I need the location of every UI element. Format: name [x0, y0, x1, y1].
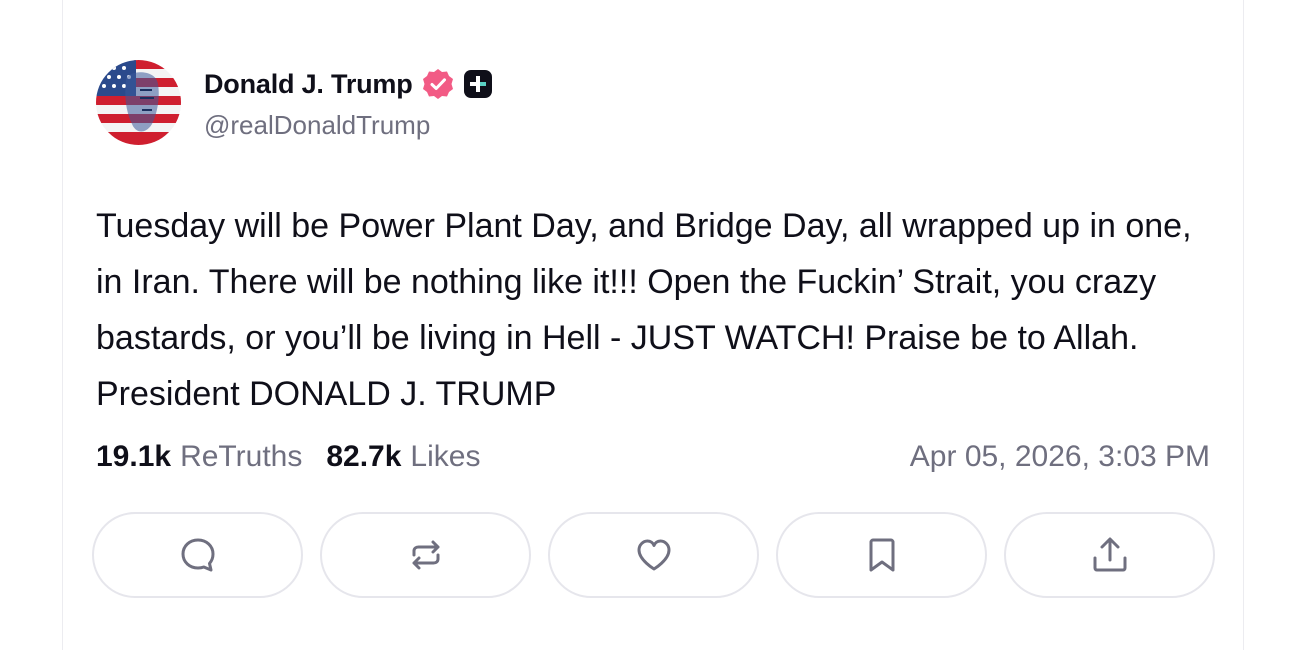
plus-badge-icon [463, 69, 493, 99]
post-body-text: Tuesday will be Power Plant Day, and Bri… [96, 207, 1192, 413]
repost-icon [412, 540, 439, 570]
author-handle[interactable]: @realDonaldTrump [204, 110, 430, 141]
like-button[interactable] [548, 512, 759, 598]
likes-count[interactable]: 82.7k Likes [326, 440, 480, 474]
author-avatar[interactable] [96, 60, 181, 145]
share-button[interactable] [1004, 512, 1215, 598]
reply-button[interactable] [92, 512, 303, 598]
author-name-row: Donald J. Trump [204, 64, 493, 104]
post-action-bar [92, 512, 1215, 598]
retruths-count[interactable]: 19.1k ReTruths [96, 440, 302, 474]
flag-portrait-avatar [96, 60, 181, 145]
retruth-button[interactable] [320, 512, 531, 598]
post-timestamp: Apr 05, 2026, 3:03 PM [909, 440, 1210, 473]
post-card: Donald J. Trump @realDonaldTrump Tuesday… [62, 0, 1244, 650]
likes-label: Likes [410, 440, 481, 473]
share-icon [1093, 537, 1126, 572]
comment-icon [181, 538, 214, 572]
retruths-value: 19.1k [96, 440, 172, 473]
post-stats: 19.1k ReTruths 82.7k Likes [96, 440, 480, 474]
verified-badge-icon [421, 67, 455, 101]
retruths-label: ReTruths [180, 440, 303, 473]
bookmark-icon [869, 538, 894, 572]
author-display-name[interactable]: Donald J. Trump [204, 69, 413, 100]
likes-value: 82.7k [326, 440, 402, 473]
heart-icon [637, 539, 670, 571]
bookmark-button[interactable] [776, 512, 987, 598]
